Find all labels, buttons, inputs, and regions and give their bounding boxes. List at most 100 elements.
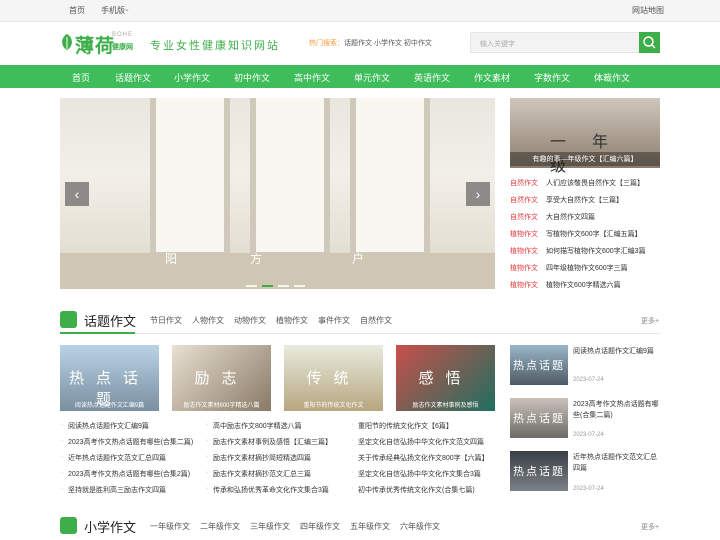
side-thumbnail[interactable]: 热点话题 [510, 345, 568, 385]
nav-item-topic[interactable]: 话题作文 [115, 71, 151, 84]
tag-link[interactable]: 植物作文 [276, 315, 308, 326]
side-image-caption: 有趣的事—年级作文【汇编六篇】 [510, 152, 660, 166]
article-thumbnail[interactable]: 励志 励志作文素材800字精选八篇 [172, 345, 271, 411]
nav-item-home[interactable]: 首页 [72, 71, 90, 84]
list-item[interactable]: 高中励志作文800字精选八篇 [206, 421, 302, 431]
tag-link[interactable]: 三年级作文 [250, 521, 290, 532]
tag-link[interactable]: 一年级作文 [150, 521, 190, 532]
sitemap-link[interactable]: 网站地图 [632, 5, 664, 16]
site-slogan: 专业女性健康知识网站 [150, 39, 280, 52]
section-book-icon [60, 517, 77, 534]
list-item[interactable]: 近年热点话题作文范文汇总四篇 [61, 453, 166, 463]
search-icon [643, 36, 656, 49]
list-item[interactable]: 坚定文化自信弘扬中华文化作文范文四篇 [351, 437, 484, 447]
section-divider [60, 332, 660, 334]
section-title: 小学作文 [84, 520, 137, 535]
logo-cn: 健康网 [112, 44, 133, 51]
logo-en: BOHE [112, 32, 134, 38]
side-article-title[interactable]: 2023高考作文热点话题有哪些(合集二篇) [573, 399, 663, 421]
list-item[interactable]: 植物作文 写植物作文600字【汇编五篇】 [510, 229, 642, 239]
more-link[interactable]: 更多+ [641, 522, 659, 532]
window-image [250, 98, 330, 258]
hot-search-link[interactable]: 话题作文 [344, 40, 372, 47]
section-book-icon [60, 311, 77, 328]
side-thumbnail[interactable]: 热点话题 [510, 398, 568, 438]
list-item[interactable]: 坚定文化自信弘扬中华文化作文集合3篇 [351, 469, 481, 479]
window-image [350, 98, 430, 258]
hot-search: 热门搜索：话题作文 小学作文 初中作文 [309, 38, 432, 48]
article-thumbnail[interactable]: 感悟 励志作文素材事例及感悟 [396, 345, 495, 411]
more-link[interactable]: 更多+ [641, 316, 659, 326]
window-image [150, 98, 230, 258]
top-mobile-link[interactable]: 手机版 [101, 5, 125, 16]
list-item[interactable]: 励志作文素材摘抄范文汇总三篇 [206, 469, 311, 479]
side-article-title[interactable]: 阅读热点话题作文汇编9篇 [573, 346, 663, 357]
list-item[interactable]: 自然作文 大自然作文四篇 [510, 212, 595, 222]
tag-link[interactable]: 动物作文 [234, 315, 266, 326]
article-thumbnail[interactable]: 传统 重阳节的传统文化作文 [284, 345, 383, 411]
hot-search-label: 热门搜索： [309, 40, 344, 47]
tag-link[interactable]: 六年级作文 [400, 521, 440, 532]
hot-search-link[interactable]: 初中作文 [404, 40, 432, 47]
side-article-title[interactable]: 近年热点话题作文范文汇总四篇 [573, 452, 663, 474]
section-title: 话题作文 [84, 314, 137, 329]
nav-item-junior[interactable]: 初中作文 [234, 71, 270, 84]
banner-carousel[interactable] [60, 98, 495, 289]
tag-link[interactable]: 二年级作文 [200, 521, 240, 532]
side-article-date: 2023-07-24 [573, 486, 604, 492]
nav-item-senior[interactable]: 高中作文 [294, 71, 330, 84]
site-logo[interactable]: 薄荷 [75, 31, 115, 58]
list-item[interactable]: 关于传承经典弘扬文化作文800字【六篇】 [351, 453, 489, 463]
search-placeholder: 输入关键字 [480, 41, 515, 48]
search-input[interactable]: 输入关键字 [470, 32, 640, 53]
banner-dot[interactable] [246, 285, 257, 287]
banner-dot[interactable] [278, 285, 289, 287]
top-home-link[interactable]: 首页 [69, 5, 85, 16]
tag-link[interactable]: 人物作文 [192, 315, 224, 326]
section-tags: 一年级作文 二年级作文 三年级作文 四年级作文 五年级作文 六年级作文 [150, 521, 630, 533]
leaf-logo-icon [62, 34, 72, 50]
nav-item-material[interactable]: 作文素材 [474, 71, 510, 84]
list-item[interactable]: 阅读热点话题作文汇编9篇 [61, 421, 149, 431]
list-item[interactable]: 2023高考作文热点话题有哪些(合集2篇) [61, 469, 190, 479]
side-feature-image[interactable]: 一年级 有趣的事—年级作文【汇编六篇】 [510, 98, 660, 175]
banner-dot-active[interactable] [262, 285, 273, 287]
list-item[interactable]: 植物作文 四年级植物作文600字三篇 [510, 263, 628, 273]
tag-link[interactable]: 五年级作文 [350, 521, 390, 532]
side-article-date: 2023-07-24 [573, 432, 604, 438]
list-item[interactable]: 传承和弘扬优秀革命文化作文集合3篇 [206, 485, 329, 495]
banner-dots [246, 276, 310, 290]
tag-link[interactable]: 自然作文 [360, 315, 392, 326]
search-button[interactable] [639, 32, 660, 53]
list-item[interactable]: 自然作文 人们应该敬畏自然作文【三篇】 [510, 178, 644, 188]
nav-item-unit[interactable]: 单元作文 [354, 71, 390, 84]
side-thumbnail[interactable]: 热点话题 [510, 451, 568, 491]
nav-item-primary[interactable]: 小学作文 [174, 71, 210, 84]
section-tags: 节日作文 人物作文 动物作文 植物作文 事件作文 自然作文 [150, 315, 630, 327]
hot-search-link[interactable]: 小学作文 [374, 40, 402, 47]
article-thumbnail[interactable]: 热点话题 阅读热点话题作文汇编9篇 [60, 345, 159, 411]
list-item[interactable]: 2023高考作文热点话题有哪些(合集二篇) [61, 437, 193, 447]
list-item[interactable]: 初中传承优秀传统文化作文(合集七篇) [351, 485, 475, 495]
list-item[interactable]: 励志作文素材事例及感悟【汇编三篇】 [206, 437, 332, 447]
list-item[interactable]: 自然作文 享受大自然作文【三篇】 [510, 195, 623, 205]
nav-item-english[interactable]: 英语作文 [414, 71, 450, 84]
list-item[interactable]: 坚持就是胜利高三励志作文四篇 [61, 485, 166, 495]
nav-item-genre[interactable]: 体裁作文 [594, 71, 630, 84]
chevron-down-icon: ⌄ [124, 6, 130, 13]
list-item[interactable]: 励志作文素材摘抄简短精选四篇 [206, 453, 311, 463]
top-bar: 首页 手机版 ⌄ 网站地图 [0, 0, 720, 22]
main-nav: 首页 话题作文 小学作文 初中作文 高中作文 单元作文 英语作文 作文素材 字数… [0, 65, 720, 88]
banner-caption: 户 [352, 252, 365, 266]
tag-link[interactable]: 事件作文 [318, 315, 350, 326]
list-item[interactable]: 植物作文 如何描写植物作文600字汇编3篇 [510, 246, 646, 256]
tag-link[interactable]: 四年级作文 [300, 521, 340, 532]
banner-prev-button[interactable]: ‹ [65, 182, 89, 206]
list-item[interactable]: 重阳节的传统文化作文【6篇】 [351, 421, 453, 431]
banner-next-button[interactable]: › [466, 182, 490, 206]
banner-dot[interactable] [294, 285, 305, 287]
banner-caption: 方 [250, 252, 263, 266]
tag-link[interactable]: 节日作文 [150, 315, 182, 326]
nav-item-wordcount[interactable]: 字数作文 [534, 71, 570, 84]
list-item[interactable]: 植物作文 植物作文600字精选六篇 [510, 280, 621, 290]
